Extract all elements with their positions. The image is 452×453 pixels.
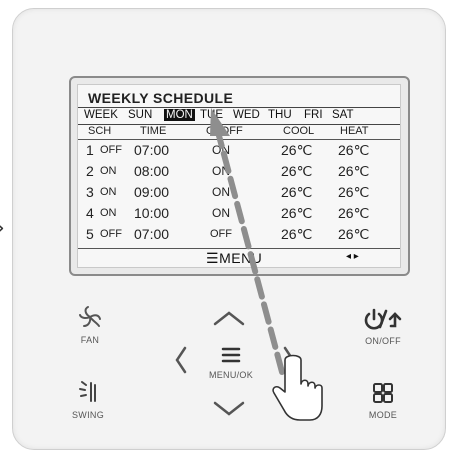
- arrow-head-icon: [210, 108, 230, 136]
- annotation-overlay: [210, 108, 323, 421]
- dashed-pointer-arrow: [215, 129, 285, 375]
